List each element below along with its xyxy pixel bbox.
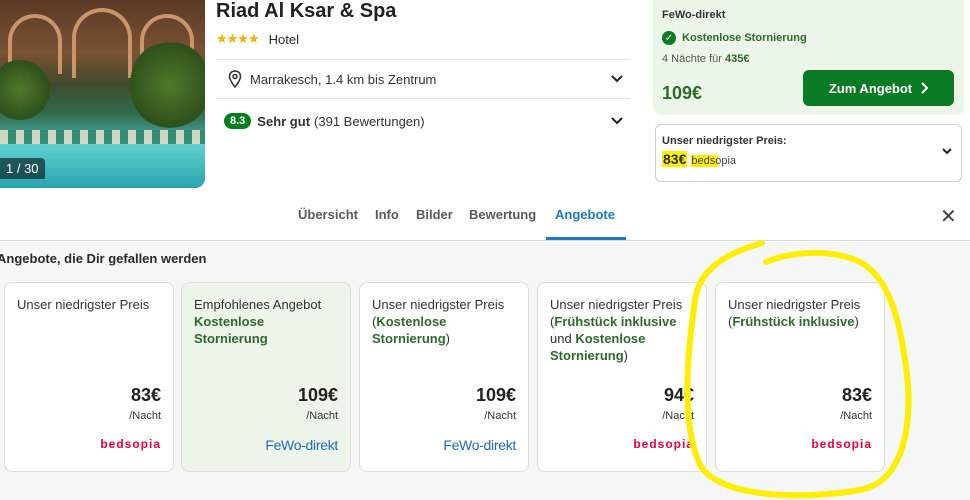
hotel-type: Hotel bbox=[268, 31, 299, 47]
view-deal-button[interactable]: Zum Angebot bbox=[803, 70, 954, 106]
lowest-price-value: 83€ bedsopia bbox=[662, 151, 737, 167]
lowest-price-dropdown[interactable]: Unser niedrigster Preis: 83€ bedsopia bbox=[655, 124, 962, 182]
per-night-label: /Nacht bbox=[484, 410, 516, 422]
offer-price: 83€ bbox=[130, 385, 161, 405]
offer-feature: Kostenlose Stornierung bbox=[550, 331, 646, 363]
offer-card-recommended[interactable]: Empfohlenes Angebot Kostenlose Stornieru… bbox=[181, 282, 351, 472]
chevron-down-icon[interactable] bbox=[610, 72, 624, 87]
rating-label: Sehr gut bbox=[257, 113, 311, 129]
location-text: Marrakesch, 1.4 km bis Zentrum bbox=[250, 71, 437, 87]
provider-logo: bedsopia bbox=[633, 437, 694, 451]
hotel-photo[interactable]: 1 / 30 bbox=[0, 0, 205, 188]
detail-tabs: Übersicht Info Bilder Bewertung Angebote… bbox=[0, 190, 970, 241]
view-deal-label: Zum Angebot bbox=[828, 80, 913, 96]
offer-label: Unser niedrigster Preis bbox=[728, 297, 861, 312]
offer-price: 94€ bbox=[663, 385, 694, 405]
hotel-name[interactable]: Riad Al Ksar & Spa bbox=[216, 0, 396, 23]
tab-photos[interactable]: Bilder bbox=[416, 207, 453, 222]
offer-card[interactable]: Unser niedrigster Preis (Frühstück inklus… bbox=[537, 282, 707, 472]
nights-text: 4 Nächte für bbox=[662, 53, 722, 65]
offers-section: Angebote, die Dir gefallen werden Unser … bbox=[0, 242, 970, 500]
offer-label: Empfohlenes Angebot bbox=[194, 297, 322, 312]
provider-logo: bedsopia bbox=[100, 437, 161, 451]
close-icon[interactable]: ✕ bbox=[940, 204, 957, 229]
offer-feature: Kostenlose Stornierung bbox=[372, 314, 447, 346]
offer-price: 83€ bbox=[841, 385, 872, 405]
offer-card[interactable]: Unser niedrigster Preis 83€ /Nacht bedso… bbox=[4, 282, 174, 472]
free-cancellation-label: Kostenlose Stornierung bbox=[682, 32, 807, 44]
per-night-label: /Nacht bbox=[129, 410, 161, 422]
rating-score-badge: 8.3 bbox=[224, 113, 252, 129]
reviews-row[interactable]: 8.3 Sehr gut (391 Bewertungen) bbox=[216, 101, 630, 141]
per-night-label: /Nacht bbox=[662, 410, 694, 422]
tab-deals[interactable]: Angebote bbox=[555, 207, 615, 222]
active-tab-indicator bbox=[546, 237, 626, 240]
offer-description: Unser niedrigster Preis (Frühstück inklus… bbox=[728, 297, 861, 329]
provider-logo: FeWo-direkt bbox=[443, 437, 516, 453]
tab-overview[interactable]: Übersicht bbox=[298, 207, 358, 222]
per-night-label: /Nacht bbox=[840, 410, 872, 422]
hotel-class: ★★★★ Hotel bbox=[216, 31, 299, 47]
chevron-right-icon bbox=[920, 82, 929, 94]
chevron-down-icon[interactable] bbox=[941, 143, 953, 161]
lowest-price-title: Unser niedrigster Preis: bbox=[662, 135, 787, 147]
featured-deal: FeWo-direkt ✓ Kostenlose Stornierung 4 N… bbox=[653, 0, 964, 115]
offer-label: Unser niedrigster Preis bbox=[550, 297, 683, 312]
offer-label: Unser niedrigster Preis bbox=[372, 297, 505, 312]
deal-price: 109€ bbox=[662, 83, 703, 103]
offer-price: 109€ bbox=[475, 385, 516, 405]
offer-feature: Kostenlose Stornierung bbox=[194, 314, 268, 346]
free-cancellation: ✓ Kostenlose Stornierung bbox=[662, 31, 807, 45]
offer-feature: Frühstück inklusive bbox=[732, 314, 855, 329]
nights-summary: 4 Nächte für 435€ bbox=[662, 53, 749, 65]
offer-card[interactable]: Unser niedrigster Preis (Kostenlose Storn… bbox=[359, 282, 529, 472]
deal-provider: FeWo-direkt bbox=[662, 9, 726, 21]
offers-title: Angebote, die Dir gefallen werden bbox=[0, 251, 207, 266]
offer-description: Unser niedrigster Preis (Kostenlose Storn… bbox=[372, 297, 505, 346]
nights-total: 435€ bbox=[724, 53, 750, 65]
offer-description: Unser niedrigster Preis (Frühstück inklus… bbox=[550, 297, 683, 363]
offer-label: Unser niedrigster Preis bbox=[17, 297, 150, 312]
review-count: (391 Bewertungen) bbox=[314, 113, 425, 129]
per-night-label: /Nacht bbox=[306, 410, 338, 422]
star-rating-icon: ★★★★ bbox=[216, 31, 260, 46]
offer-card[interactable]: Unser niedrigster Preis (Frühstück inklus… bbox=[715, 282, 885, 472]
provider-logo: bedsopia bbox=[811, 437, 872, 451]
offer-price: 109€ bbox=[297, 385, 338, 405]
chevron-down-icon[interactable] bbox=[610, 114, 624, 129]
map-pin-icon bbox=[228, 70, 242, 88]
tab-reviews[interactable]: Bewertung bbox=[469, 207, 536, 222]
lowest-price-provider: bedsopia bbox=[691, 155, 737, 167]
offer-description: Empfohlenes Angebot Kostenlose Stornieru… bbox=[194, 296, 340, 347]
offer-description: Unser niedrigster Preis bbox=[17, 296, 163, 313]
photo-counter: 1 / 30 bbox=[0, 158, 45, 179]
lowest-price-amount: 83€ bbox=[662, 151, 688, 167]
check-icon: ✓ bbox=[662, 31, 676, 45]
tab-info[interactable]: Info bbox=[375, 207, 399, 222]
provider-logo: FeWo-direkt bbox=[265, 437, 338, 453]
offer-feature: Frühstück inklusive bbox=[554, 314, 677, 329]
location-row[interactable]: Marrakesch, 1.4 km bis Zentrum bbox=[216, 59, 630, 99]
